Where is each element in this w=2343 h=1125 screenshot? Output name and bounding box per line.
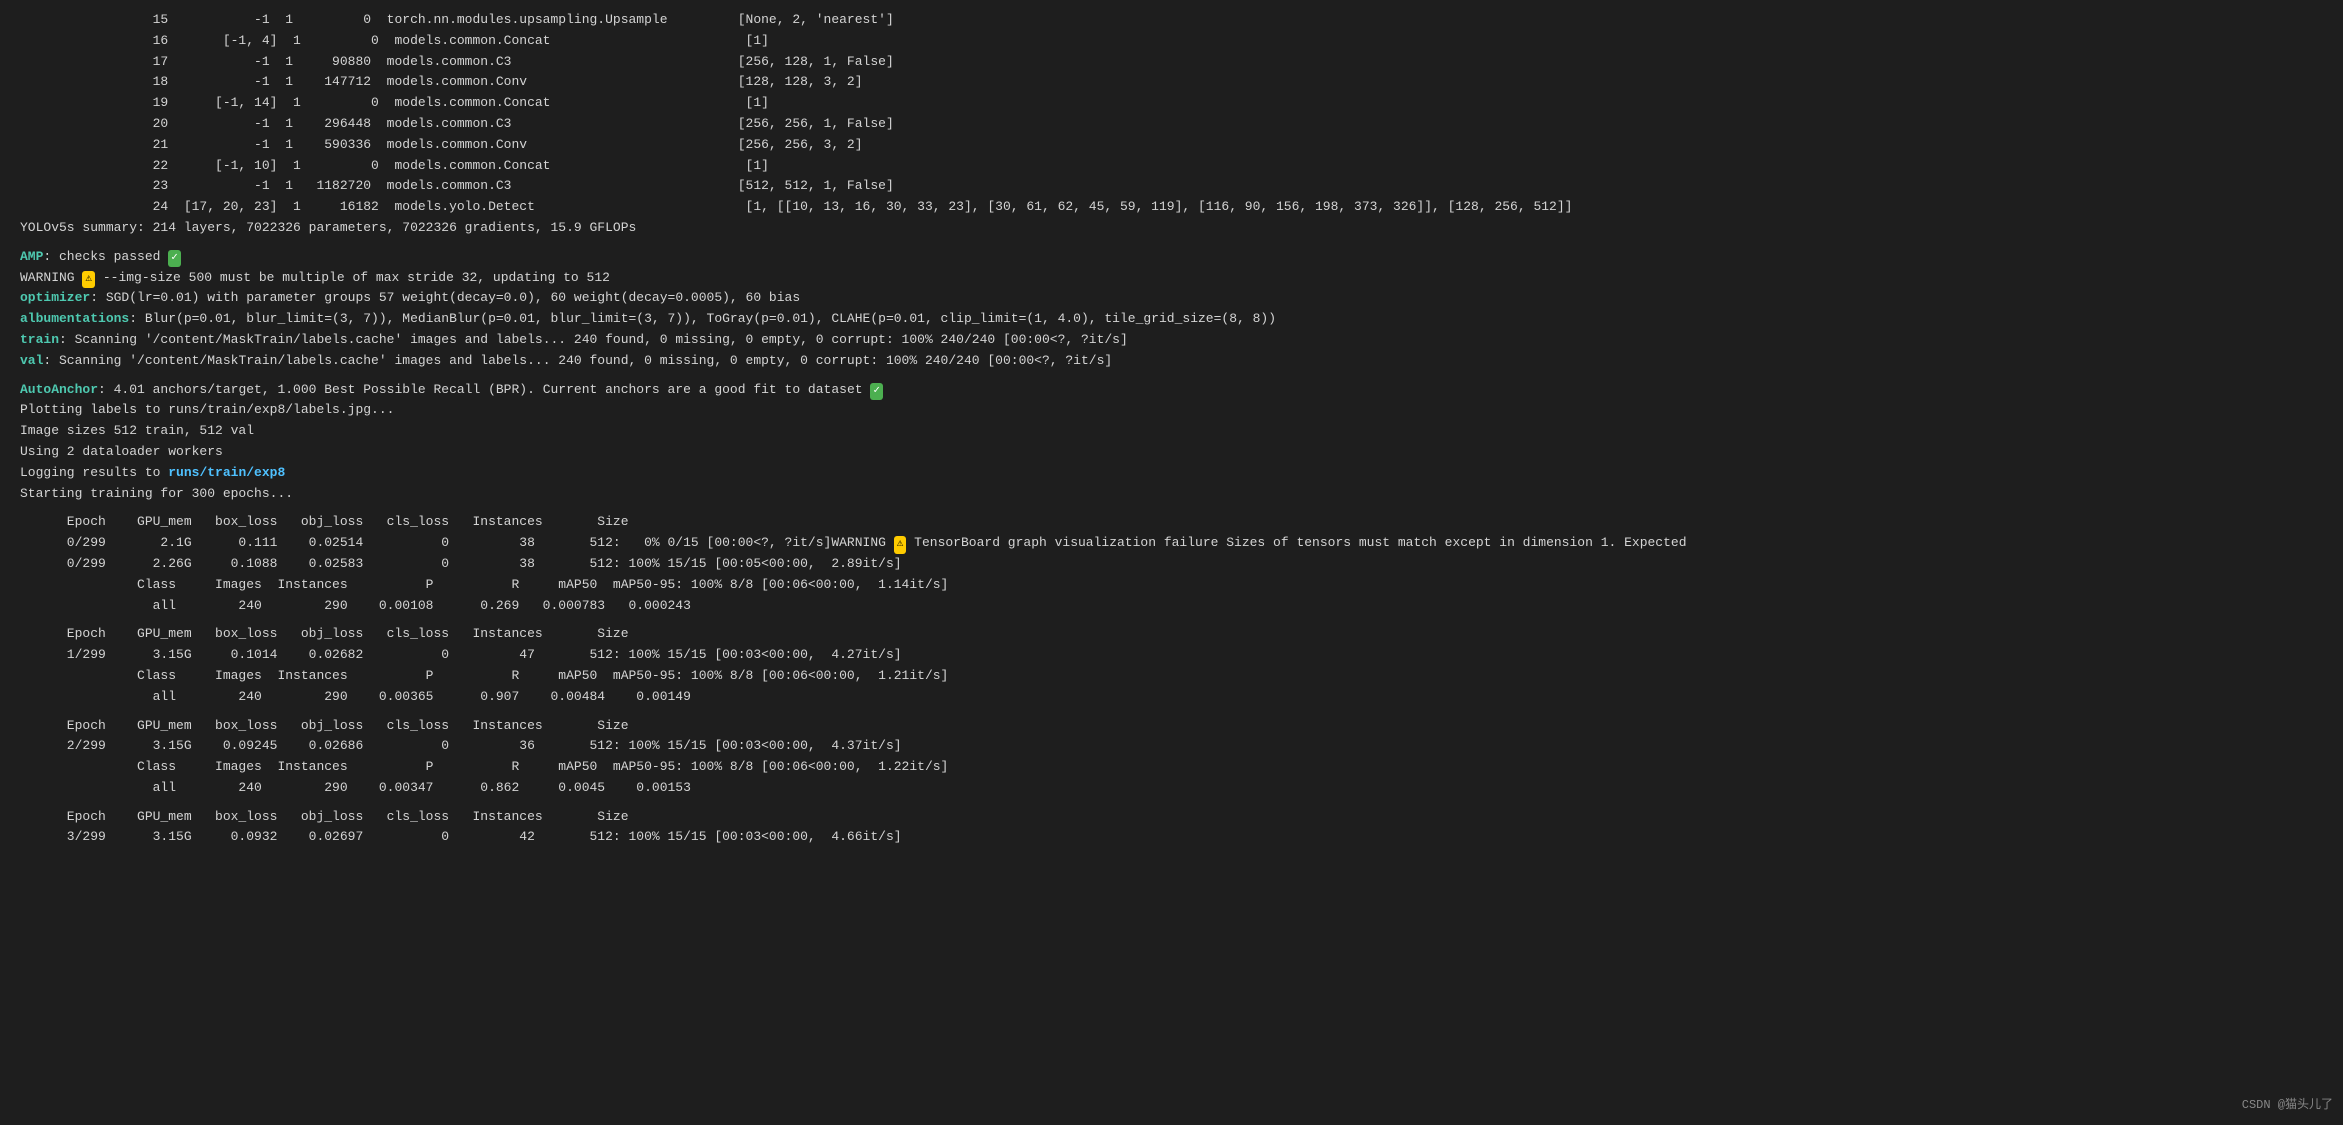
- epoch-header-2: Epoch GPU_mem box_loss obj_loss cls_loss…: [20, 716, 2323, 737]
- model-row-20: 20 -1 1 296448 models.common.C3 [256, 25…: [20, 114, 2323, 135]
- model-row-24: 24 [17, 20, 23] 1 16182 models.yolo.Dete…: [20, 197, 2323, 218]
- warn-icon-0a: ⚠: [894, 536, 907, 554]
- epoch-header-3: Epoch GPU_mem box_loss obj_loss cls_loss…: [20, 807, 2323, 828]
- epoch-row-3a: 3/299 3.15G 0.0932 0.02697 0 42 512: 100…: [20, 827, 2323, 848]
- gap-1: [20, 239, 2323, 247]
- model-row-15: 15 -1 1 0 torch.nn.modules.upsampling.Up…: [20, 10, 2323, 31]
- model-row-17: 17 -1 1 90880 models.common.C3 [256, 128…: [20, 52, 2323, 73]
- model-row-16: 16 [-1, 4] 1 0 models.common.Concat [1]: [20, 31, 2323, 52]
- logging-results-line: Logging results to runs/train/exp8: [20, 463, 2323, 484]
- amp-colon: : checks passed: [43, 249, 168, 264]
- epoch-header-0: Epoch GPU_mem box_loss obj_loss cls_loss…: [20, 512, 2323, 533]
- terminal: 15 -1 1 0 torch.nn.modules.upsampling.Up…: [0, 0, 2343, 1125]
- class-data-0: all 240 290 0.00108 0.269 0.000783 0.000…: [20, 596, 2323, 617]
- model-row-21: 21 -1 1 590336 models.common.Conv [256, …: [20, 135, 2323, 156]
- gap-3: [20, 504, 2323, 512]
- class-data-1: all 240 290 0.00365 0.907 0.00484 0.0014…: [20, 687, 2323, 708]
- train-label: train: [20, 332, 59, 347]
- val-scan-line: val: Scanning '/content/MaskTrain/labels…: [20, 351, 2323, 372]
- gap-2: [20, 372, 2323, 380]
- class-header-2: Class Images Instances P R mAP50 mAP50-9…: [20, 757, 2323, 778]
- model-row-22: 22 [-1, 10] 1 0 models.common.Concat [1]: [20, 156, 2323, 177]
- class-header-1: Class Images Instances P R mAP50 mAP50-9…: [20, 666, 2323, 687]
- optimizer-label: optimizer: [20, 290, 90, 305]
- dataloader-workers-line: Using 2 dataloader workers: [20, 442, 2323, 463]
- check-icon: ✓: [168, 250, 181, 268]
- class-data-2: all 240 290 0.00347 0.862 0.0045 0.00153: [20, 778, 2323, 799]
- gap-4: [20, 616, 2323, 624]
- class-header-0: Class Images Instances P R mAP50 mAP50-9…: [20, 575, 2323, 596]
- gap-6: [20, 799, 2323, 807]
- model-summary: YOLOv5s summary: 214 layers, 7022326 par…: [20, 218, 2323, 239]
- optimizer-line: optimizer: SGD(lr=0.01) with parameter g…: [20, 288, 2323, 309]
- amp-label: AMP: [20, 249, 43, 264]
- epoch-row-0a: 0/299 2.1G 0.111 0.02514 0 38 512: 0% 0/…: [20, 533, 2323, 554]
- plotting-labels-line: Plotting labels to runs/train/exp8/label…: [20, 400, 2323, 421]
- warning-icon: ⚠: [82, 271, 95, 289]
- epoch-header-1: Epoch GPU_mem box_loss obj_loss cls_loss…: [20, 624, 2323, 645]
- epoch-row-0b: 0/299 2.26G 0.1088 0.02583 0 38 512: 100…: [20, 554, 2323, 575]
- logging-path: runs/train/exp8: [168, 465, 285, 480]
- model-row-23: 23 -1 1 1182720 models.common.C3 [512, 5…: [20, 176, 2323, 197]
- gap-5: [20, 708, 2323, 716]
- model-row-18: 18 -1 1 147712 models.common.Conv [128, …: [20, 72, 2323, 93]
- starting-training-line: Starting training for 300 epochs...: [20, 484, 2323, 505]
- epoch-row-2a: 2/299 3.15G 0.09245 0.02686 0 36 512: 10…: [20, 736, 2323, 757]
- autoanchor-line: AutoAnchor: 4.01 anchors/target, 1.000 B…: [20, 380, 2323, 401]
- albumentations-line: albumentations: Blur(p=0.01, blur_limit=…: [20, 309, 2323, 330]
- csdn-watermark: CSDN @猫头儿了: [2242, 1096, 2333, 1115]
- autoanchor-check-icon: ✓: [870, 383, 883, 401]
- warning-imgsize-line: WARNING ⚠ --img-size 500 must be multipl…: [20, 268, 2323, 289]
- train-scan-line: train: Scanning '/content/MaskTrain/labe…: [20, 330, 2323, 351]
- epoch-row-1a: 1/299 3.15G 0.1014 0.02682 0 47 512: 100…: [20, 645, 2323, 666]
- autoanchor-label: AutoAnchor: [20, 382, 98, 397]
- model-row-19: 19 [-1, 14] 1 0 models.common.Concat [1]: [20, 93, 2323, 114]
- image-sizes-line: Image sizes 512 train, 512 val: [20, 421, 2323, 442]
- albumentations-label: albumentations: [20, 311, 129, 326]
- amp-check-line: AMP: checks passed ✓: [20, 247, 2323, 268]
- val-label: val: [20, 353, 43, 368]
